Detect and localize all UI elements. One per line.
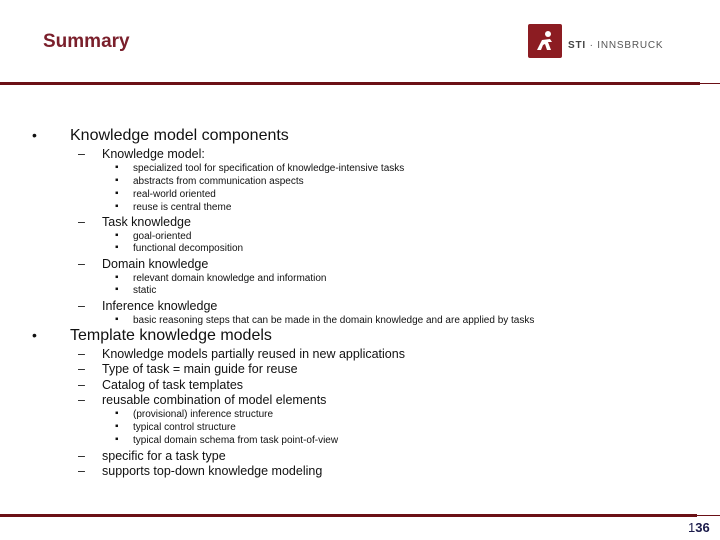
square-marker: ▪ xyxy=(115,421,119,432)
bullet-l3: ▪ basic reasoning steps that can be made … xyxy=(115,314,535,326)
square-marker: ▪ xyxy=(115,242,119,253)
bullet-text: Template knowledge models xyxy=(70,327,272,344)
logo-brand-innsbruck: INNSBRUCK xyxy=(597,40,664,51)
footer-rule xyxy=(0,514,697,517)
bullet-text: Domain knowledge xyxy=(102,257,209,271)
dash-marker: – xyxy=(78,347,85,361)
bullet-l2: – specific for a task type xyxy=(78,449,226,463)
dash-marker: – xyxy=(78,299,85,313)
bullet-text: real-world oriented xyxy=(133,189,216,200)
bullet-text: Knowledge model components xyxy=(70,127,289,144)
dash-marker: – xyxy=(78,378,85,392)
bullet-l2: – reusable combination of model elements xyxy=(78,393,327,407)
square-marker: ▪ xyxy=(115,175,119,186)
square-marker: ▪ xyxy=(115,188,119,199)
bullet-text: Catalog of task templates xyxy=(102,378,244,392)
bullet-l3: ▪ typical control structure xyxy=(115,421,236,433)
bullet-text: (provisional) inference structure xyxy=(133,409,274,420)
bullet-text: specific for a task type xyxy=(102,449,226,463)
bullet-l1: • Template knowledge models xyxy=(32,327,272,345)
sti-runner-icon xyxy=(537,31,552,50)
bullet-text: Inference knowledge xyxy=(102,299,218,313)
dash-marker: – xyxy=(78,215,85,229)
dash-marker: – xyxy=(78,257,85,271)
bullet-text: basic reasoning steps that can be made i… xyxy=(133,315,535,326)
bullet-l2: – Task knowledge xyxy=(78,215,191,229)
dash-marker: – xyxy=(78,464,85,478)
bullet-text: functional decomposition xyxy=(133,243,244,254)
square-marker: ▪ xyxy=(115,201,119,212)
bullet-text: Knowledge model: xyxy=(102,147,205,161)
bullet-marker: • xyxy=(32,327,37,343)
bullet-l2: – Knowledge models partially reused in ne… xyxy=(78,347,405,361)
dash-marker: – xyxy=(78,362,85,376)
square-marker: ▪ xyxy=(115,434,119,445)
square-marker: ▪ xyxy=(115,408,119,419)
square-marker: ▪ xyxy=(115,314,119,325)
sti-logo xyxy=(528,24,562,58)
bullet-text: Task knowledge xyxy=(102,215,191,229)
square-marker: ▪ xyxy=(115,230,119,241)
header-rule xyxy=(0,82,700,85)
header-rule-tail xyxy=(700,83,720,84)
bullet-text: static xyxy=(133,285,157,296)
dash-marker: – xyxy=(78,393,85,407)
page-number: 136 xyxy=(688,520,710,535)
logo-text: STI · INNSBRUCK xyxy=(568,40,663,51)
bullet-l3: ▪ typical domain schema from task point-o… xyxy=(115,434,339,446)
bullet-l3: ▪ goal-oriented xyxy=(115,230,192,242)
square-marker: ▪ xyxy=(115,272,119,283)
footer-rule-tail xyxy=(697,515,720,516)
dash-marker: – xyxy=(78,147,85,161)
bullet-l3: ▪ specialized tool for specification of k… xyxy=(115,162,405,174)
bullet-text: supports top-down knowledge modeling xyxy=(102,464,323,478)
logo-brand-sti: STI xyxy=(568,40,586,51)
bullet-l2: – Knowledge model: xyxy=(78,147,205,161)
logo-separator: · xyxy=(589,40,594,51)
bullet-text: typical domain schema from task point-of… xyxy=(133,435,339,446)
bullet-text: goal-oriented xyxy=(133,231,192,242)
bullet-text: typical control structure xyxy=(133,422,236,433)
page-number-value: 36 xyxy=(695,520,710,535)
dash-marker: – xyxy=(78,449,85,463)
bullet-l3: ▪ abstracts from communication aspects xyxy=(115,175,304,187)
slide-title: Summary xyxy=(43,31,130,52)
bullet-text: Type of task = main guide for reuse xyxy=(102,362,298,376)
bullet-text: relevant domain knowledge and informatio… xyxy=(133,273,327,284)
bullet-l3: ▪ static xyxy=(115,284,157,296)
bullet-text: reusable combination of model elements xyxy=(102,393,327,407)
square-marker: ▪ xyxy=(115,284,119,295)
bullet-text: Knowledge models partially reused in new… xyxy=(102,347,405,361)
bullet-l2: – Inference knowledge xyxy=(78,299,218,313)
bullet-l3: ▪ relevant domain knowledge and informati… xyxy=(115,272,327,284)
square-marker: ▪ xyxy=(115,162,119,173)
bullet-l2: – Type of task = main guide for reuse xyxy=(78,362,298,376)
bullet-l3: ▪ real-world oriented xyxy=(115,188,216,200)
bullet-l2: – Domain knowledge xyxy=(78,257,209,271)
bullet-l1: • Knowledge model components xyxy=(32,127,289,145)
bullet-l3: ▪ (provisional) inference structure xyxy=(115,408,274,420)
bullet-marker: • xyxy=(32,127,37,143)
bullet-text: reuse is central theme xyxy=(133,202,232,213)
bullet-l2: – supports top-down knowledge modeling xyxy=(78,464,323,478)
bullet-text: specialized tool for specification of kn… xyxy=(133,163,405,174)
bullet-l2: – Catalog of task templates xyxy=(78,378,244,392)
bullet-l3: ▪ reuse is central theme xyxy=(115,201,232,213)
bullet-l3: ▪ functional decomposition xyxy=(115,242,244,254)
bullet-text: abstracts from communication aspects xyxy=(133,176,304,187)
